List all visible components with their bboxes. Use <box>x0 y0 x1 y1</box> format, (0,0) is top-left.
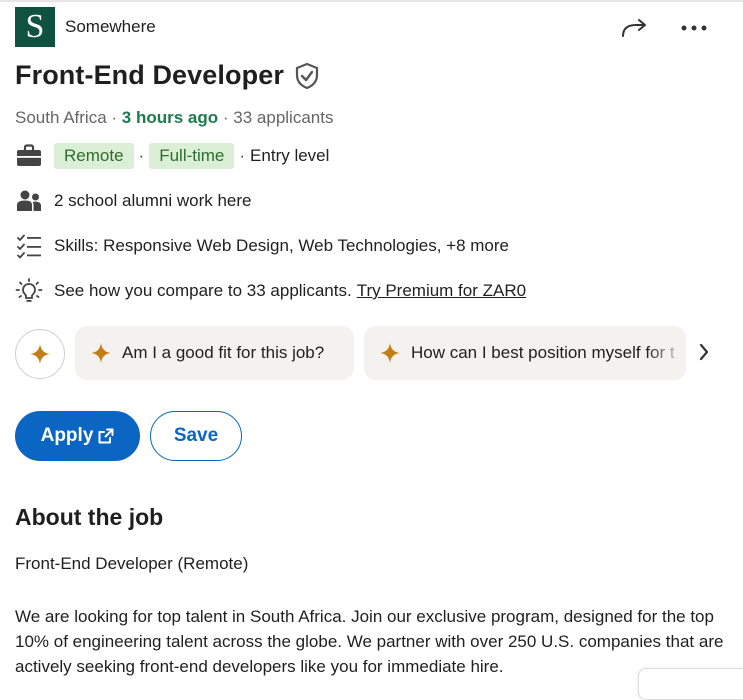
top-divider <box>0 0 743 2</box>
sparkle-icon <box>380 343 400 363</box>
compare-row: See how you compare to 33 applicants. Tr… <box>15 277 526 305</box>
try-premium-link[interactable]: Try Premium for ZAR0 <box>357 281 526 301</box>
briefcase-icon <box>15 142 43 170</box>
share-button[interactable] <box>616 12 652 44</box>
sparkle-icon <box>30 344 50 364</box>
sparkle-icon <box>91 343 111 363</box>
separator: · <box>138 146 145 165</box>
ai-assistant-button[interactable] <box>15 329 65 379</box>
compare-text: See how you compare to 33 applicants. <box>54 281 352 300</box>
job-description: We are looking for top talent in South A… <box>15 607 724 676</box>
more-options-button[interactable] <box>676 12 712 44</box>
more-icon <box>681 25 707 31</box>
chevron-right-icon <box>699 343 709 361</box>
applicant-count: 33 applicants <box>233 108 334 127</box>
posted-time: 3 hours ago <box>121 108 219 127</box>
meta-separator: · <box>222 108 234 127</box>
job-subtitle: Front-End Developer (Remote) <box>15 554 249 573</box>
job-type-row: Remote · Full-time · Entry level <box>15 142 329 170</box>
about-heading: About the job <box>15 504 164 530</box>
workplace-badge: Remote <box>54 143 134 169</box>
verified-shield-icon[interactable] <box>294 62 320 90</box>
skills-row[interactable]: Skills: Responsive Web Design, Web Techn… <box>15 232 509 260</box>
meta-separator: · <box>111 108 122 127</box>
job-location: South Africa <box>15 108 107 127</box>
company-name[interactable]: Somewhere <box>65 17 156 37</box>
lightbulb-icon <box>15 277 43 305</box>
job-meta: South Africa · 3 hours ago · 33 applican… <box>15 108 333 128</box>
ai-prompt-chip[interactable]: How can I best position myself for t <box>364 326 686 380</box>
share-icon <box>622 19 646 37</box>
alumni-row[interactable]: 2 school alumni work here <box>15 187 251 215</box>
people-icon <box>15 187 43 215</box>
save-label: Save <box>173 425 219 446</box>
ai-prompt-label: Am I a good fit for this job? <box>122 343 325 362</box>
external-link-icon <box>98 428 114 444</box>
company-header: S Somewhere <box>15 7 156 47</box>
employment-type-badge: Full-time <box>149 143 235 169</box>
company-logo[interactable]: S <box>15 7 55 47</box>
chip-fade-overlay <box>646 326 686 380</box>
save-button[interactable]: Save <box>150 411 242 461</box>
skills-text: Skills: Responsive Web Design, Web Techn… <box>54 236 509 255</box>
alumni-text: 2 school alumni work here <box>54 191 252 210</box>
job-title[interactable]: Front-End Developer <box>15 60 284 91</box>
experience-level: Entry level <box>250 146 330 165</box>
title-row: Front-End Developer <box>15 60 320 91</box>
scroll-prompts-right-button[interactable] <box>694 340 714 364</box>
checklist-icon <box>15 232 43 260</box>
apply-button[interactable]: Apply <box>15 411 140 461</box>
apply-label: Apply <box>40 425 94 446</box>
ai-prompt-chip[interactable]: Am I a good fit for this job? <box>75 326 354 380</box>
separator: · <box>239 146 246 165</box>
ai-prompt-label: How can I best position myself for t <box>411 343 675 362</box>
floating-card[interactable] <box>638 668 743 700</box>
